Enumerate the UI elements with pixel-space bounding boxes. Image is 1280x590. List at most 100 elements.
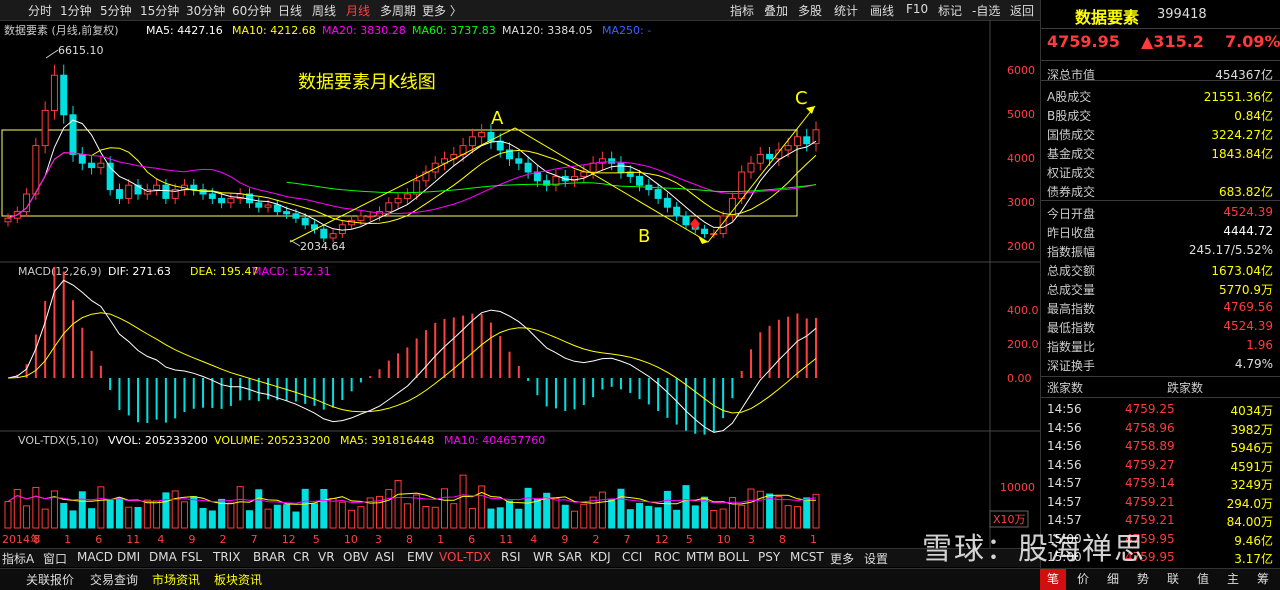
stats-button[interactable]: 统计	[834, 2, 858, 19]
tab-daily[interactable]: 日线	[278, 2, 302, 19]
panel-tab-7[interactable]: 筹	[1250, 569, 1276, 590]
volume-bar	[115, 497, 123, 529]
indicator-tab-14[interactable]: RSI	[501, 550, 521, 564]
indicator-tab-6[interactable]: TRIX	[213, 550, 240, 564]
indicator-tab-25[interactable]: 设置	[864, 550, 888, 567]
indicator-tab-1[interactable]: 窗口	[43, 550, 67, 567]
panel-tab-5[interactable]: 值	[1190, 569, 1216, 590]
quote-row-key: 总成交量	[1047, 283, 1096, 297]
remove-watchlist-button[interactable]: -自选	[972, 2, 1000, 19]
vol-label: VOL-TDX(5,10)	[18, 434, 99, 447]
panel-tab-4[interactable]: 联	[1160, 569, 1186, 590]
volume-bar	[264, 508, 272, 529]
volume-bar	[775, 496, 783, 529]
panel-tab-6[interactable]: 主	[1220, 569, 1246, 590]
volume-bar	[784, 505, 792, 529]
chart-area[interactable]: 数据要素 (月线,前复权) MA5: 4427.16 MA10: 4212.68…	[0, 20, 1040, 548]
volume-bar	[496, 507, 504, 529]
tab-1min[interactable]: 1分钟	[60, 2, 92, 19]
indicator-tab-4[interactable]: DMA	[149, 550, 177, 564]
back-button[interactable]: 返回	[1010, 2, 1034, 19]
panel-tab-0[interactable]: 笔	[1040, 569, 1066, 590]
tab-5min[interactable]: 5分钟	[100, 2, 132, 19]
tick-price: 4759.21	[1125, 494, 1175, 509]
volume-bar	[190, 496, 198, 529]
tab-30min[interactable]: 30分钟	[186, 2, 225, 19]
indicator-tab-22[interactable]: PSY	[758, 550, 780, 564]
tick-time: 14:57	[1047, 494, 1082, 509]
tick-row[interactable]: 14:56 4758.89 5946万	[1041, 437, 1277, 456]
volume-bar	[162, 492, 170, 529]
indicator-tab-15[interactable]: WR	[533, 550, 553, 564]
quote-row: 最低指数 4524.39	[1041, 317, 1277, 336]
tab-sector-news[interactable]: 板块资讯	[214, 571, 262, 588]
tick-row[interactable]: 14:56 4759.25 4034万	[1041, 400, 1277, 419]
quote-row-value: 4524.39	[1223, 205, 1273, 219]
indicator-tab-11[interactable]: ASI	[375, 550, 394, 564]
indicator-tab-12[interactable]: EMV	[407, 550, 433, 564]
indicator-tab-21[interactable]: BOLL	[718, 550, 749, 564]
candle	[784, 145, 792, 151]
f10-button[interactable]: F10	[906, 2, 928, 16]
time-tick: 1	[810, 533, 817, 546]
volume-bar	[663, 490, 671, 529]
tick-row[interactable]: 14:57 4759.21 294.0万	[1041, 493, 1277, 512]
kline-chart[interactable]: 数据要素 (月线,前复权) MA5: 4427.16 MA10: 4212.68…	[0, 20, 1040, 548]
indicator-tab-0[interactable]: 指标A	[2, 550, 34, 567]
time-tick: 10	[717, 533, 731, 546]
panel-tab-3[interactable]: 势	[1130, 569, 1156, 590]
vvol-label: VVOL: 205233200	[108, 434, 208, 447]
indicator-tab-20[interactable]: MTM	[686, 550, 714, 564]
indicator-tab-19[interactable]: ROC	[654, 550, 680, 564]
quote-row-key: 基金成交	[1047, 147, 1096, 161]
volume-bar	[580, 503, 588, 529]
tab-weekly[interactable]: 周线	[312, 2, 336, 19]
indicator-tab-17[interactable]: KDJ	[590, 550, 611, 564]
indicator-tab-3[interactable]: DMI	[117, 550, 140, 564]
tab-60min[interactable]: 60分钟	[232, 2, 271, 19]
panel-tab-2[interactable]: 细	[1100, 569, 1126, 590]
tab-more[interactable]: 更多 〉	[422, 2, 462, 19]
tab-market-news[interactable]: 市场资讯	[152, 571, 200, 588]
indicator-tab-16[interactable]: SAR	[558, 550, 582, 564]
multi-stock-button[interactable]: 多股	[798, 2, 822, 19]
candle	[283, 211, 291, 215]
indicator-tab-7[interactable]: BRAR	[253, 550, 286, 564]
volume-bars	[4, 474, 820, 529]
indicator-tab-5[interactable]: FSL	[181, 550, 202, 564]
panel-tab-1[interactable]: 价	[1070, 569, 1096, 590]
indicator-tab-8[interactable]: CR	[293, 550, 310, 564]
tick-row[interactable]: 14:56 4759.27 4591万	[1041, 456, 1277, 475]
indicator-tab-24[interactable]: 更多	[830, 550, 854, 567]
tab-monthly[interactable]: 月线	[346, 2, 370, 19]
tab-related-quotes[interactable]: 关联报价	[26, 571, 74, 588]
tick-row[interactable]: 14:56 4758.96 3982万	[1041, 419, 1277, 438]
candle	[78, 153, 86, 164]
tab-minute[interactable]: 分时	[28, 2, 52, 19]
quote-row-key: 最高指数	[1047, 302, 1096, 316]
draw-button[interactable]: 画线	[870, 2, 894, 19]
indicator-tab-2[interactable]: MACD	[77, 550, 113, 564]
tab-multi-period[interactable]: 多周期	[380, 2, 416, 19]
quote-row: 总成交量 5770.9万	[1041, 279, 1277, 298]
quote-row: 国债成交 3224.27亿	[1041, 124, 1277, 143]
up-count-label: 涨家数	[1047, 381, 1084, 395]
current-price: 4759.95	[1047, 32, 1120, 51]
ma5-label: MA5: 4427.16	[146, 24, 223, 37]
overlay-button[interactable]: 叠加	[764, 2, 788, 19]
tab-15min[interactable]: 15分钟	[140, 2, 179, 19]
volume-bar	[626, 509, 634, 529]
candle	[673, 206, 681, 217]
tab-trade-query[interactable]: 交易查询	[90, 571, 138, 588]
indicator-tab-23[interactable]: MCST	[790, 550, 824, 564]
mark-button[interactable]: 标记	[938, 2, 962, 19]
volume-bar	[153, 500, 161, 529]
indicator-tab-13[interactable]: VOL-TDX	[439, 550, 491, 564]
indicator-tab-9[interactable]: VR	[318, 550, 335, 564]
indicator-button[interactable]: 指标	[730, 2, 754, 19]
tick-row[interactable]: 14:57 4759.14 3249万	[1041, 474, 1277, 493]
quote-row-key: 指数量比	[1047, 340, 1096, 354]
indicator-tab-18[interactable]: CCI	[622, 550, 642, 564]
indicator-tab-10[interactable]: OBV	[343, 550, 369, 564]
chart-title-annotation: 数据要素月K线图	[298, 72, 436, 93]
